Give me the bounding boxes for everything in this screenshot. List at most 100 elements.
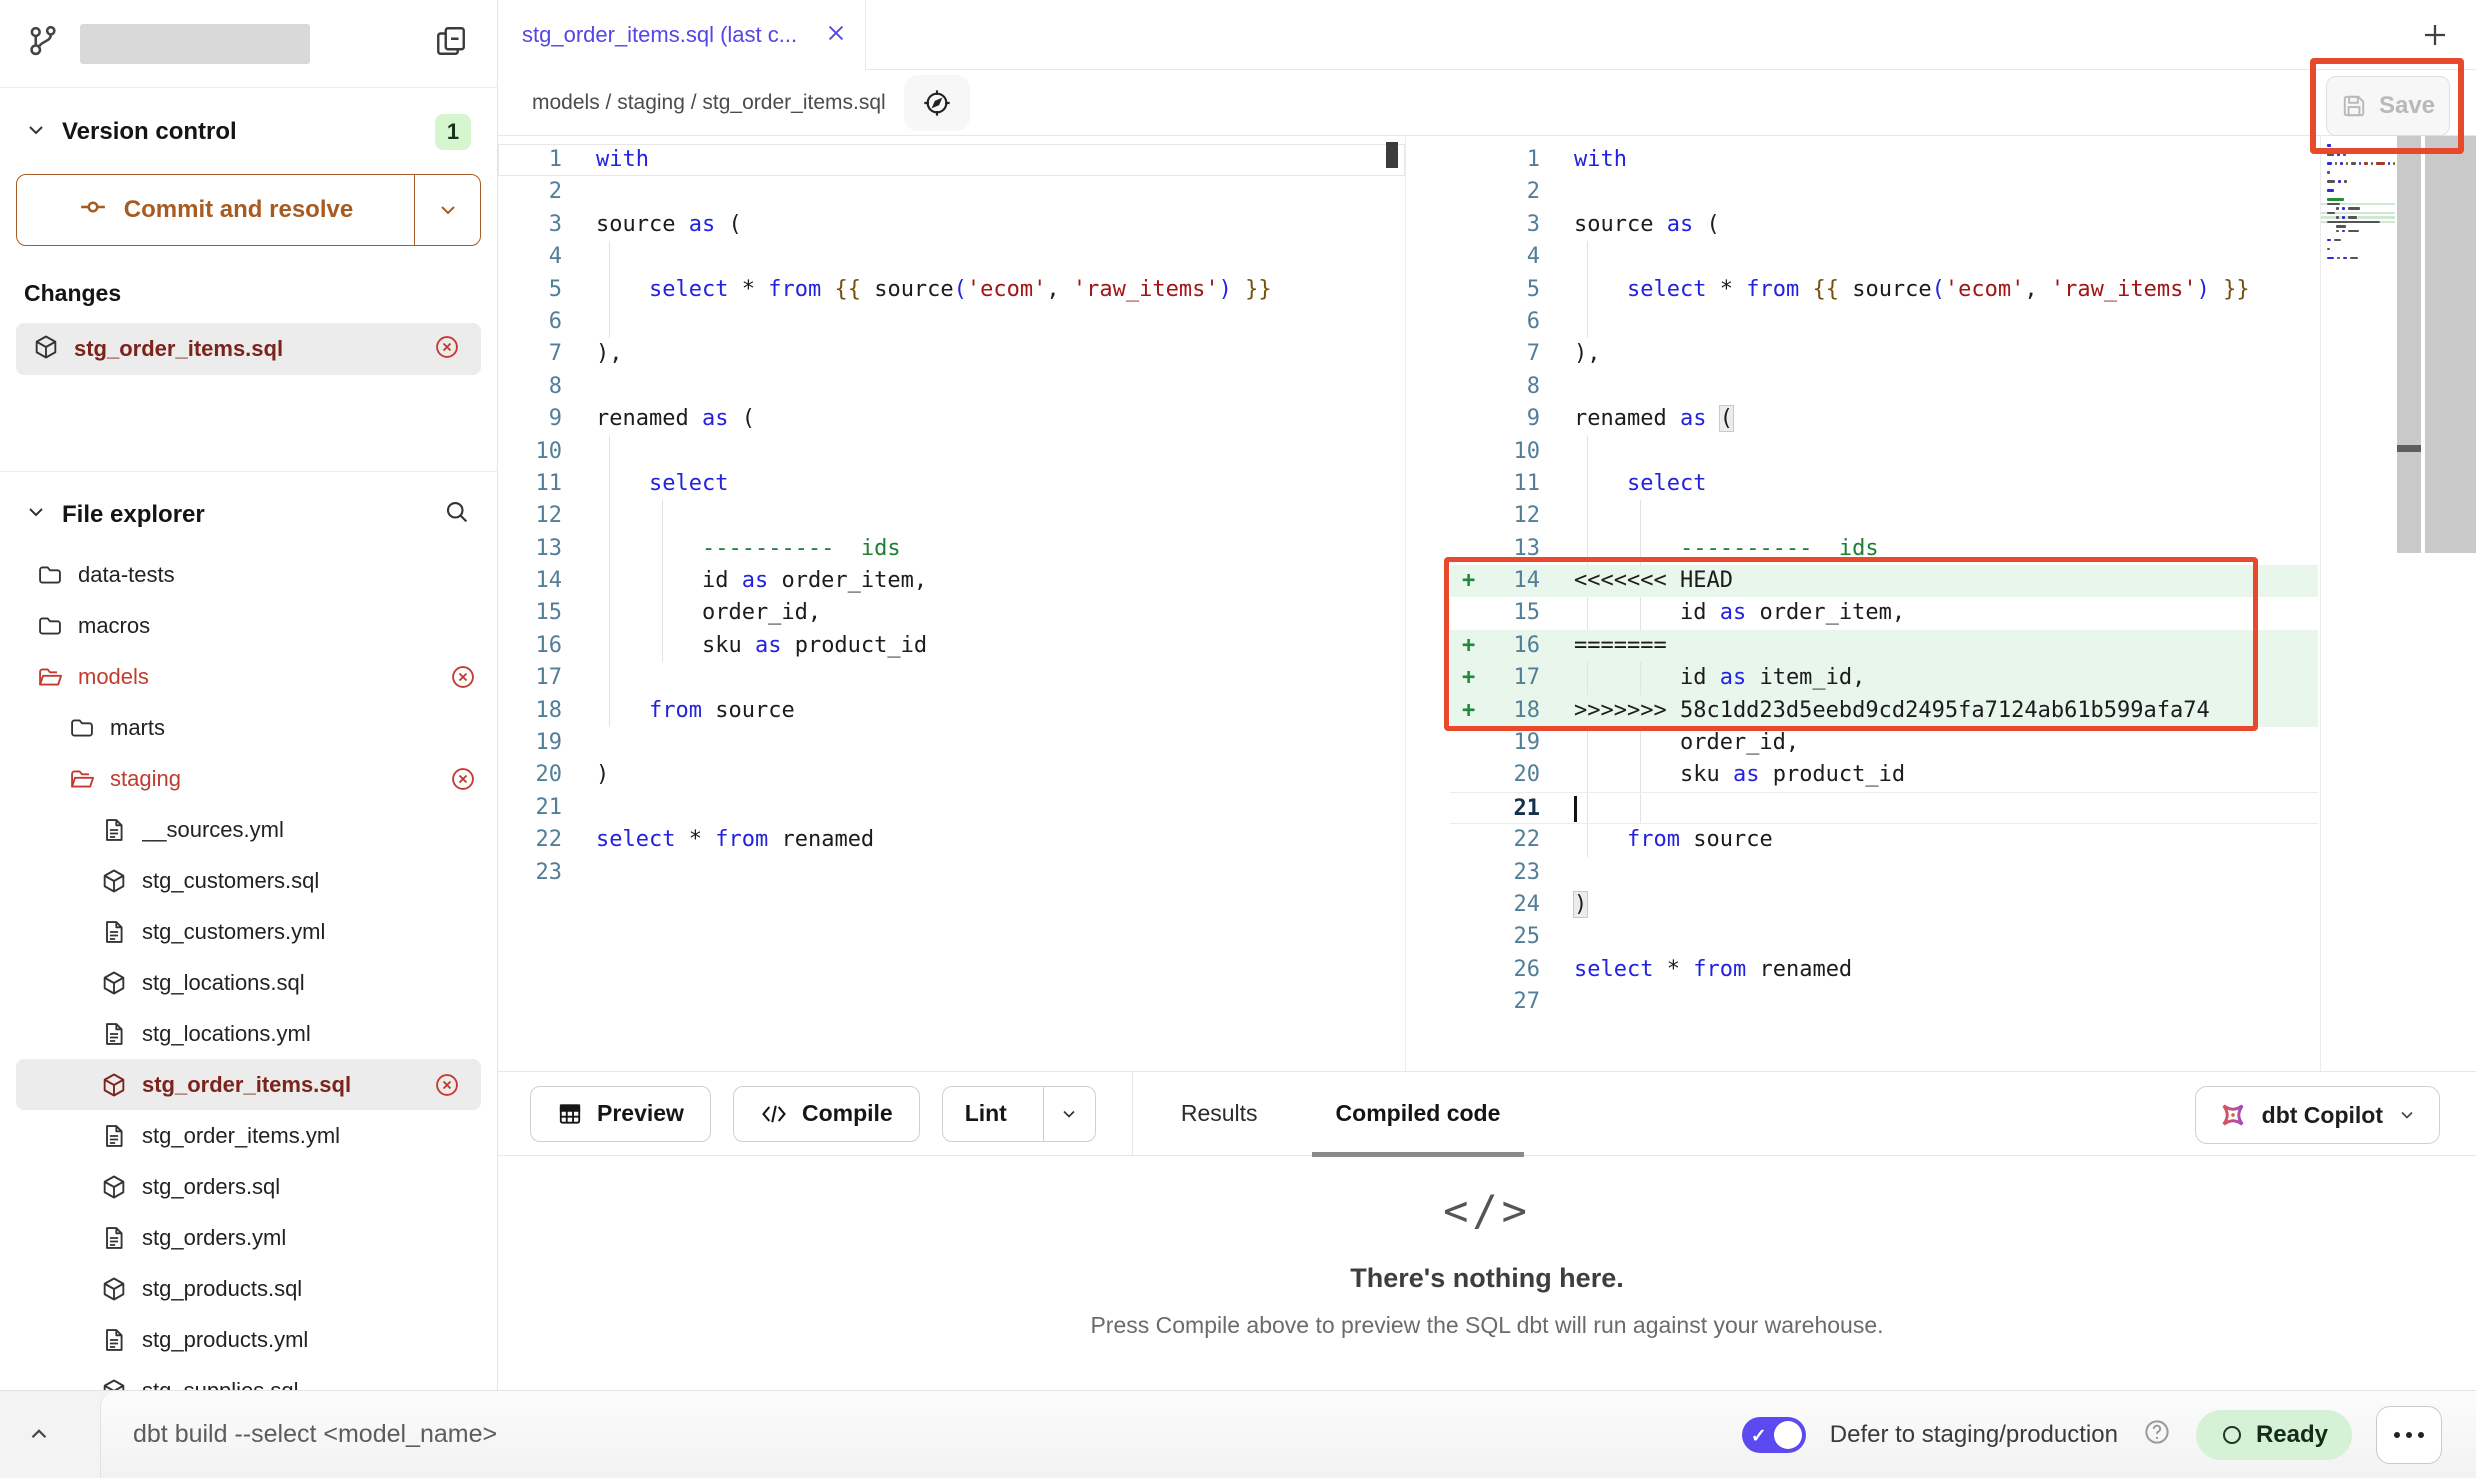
code-line[interactable]: 10 xyxy=(498,436,1405,468)
code-line[interactable]: 1with xyxy=(1450,144,2318,176)
code-line[interactable]: 13 ---------- ids xyxy=(1450,533,2318,565)
code-line[interactable]: +18>>>>>>> 58c1dd23d5eebd9cd2495fa7124ab… xyxy=(1450,695,2318,727)
file-row-models[interactable]: models xyxy=(0,651,497,702)
editor-pane-original[interactable]: 1with23source as (45 select * from {{ so… xyxy=(498,136,1406,1071)
minimap[interactable] xyxy=(2320,136,2395,1071)
code-line[interactable]: 14 id as order_item, xyxy=(498,565,1405,597)
editor-scrollbar[interactable] xyxy=(2397,136,2421,553)
file-row-stg_locations.yml[interactable]: stg_locations.yml xyxy=(0,1008,497,1059)
code-line[interactable]: 4 xyxy=(1450,241,2318,273)
file-row-stg_customers.yml[interactable]: stg_customers.yml xyxy=(0,906,497,957)
expand-command-bar-icon[interactable] xyxy=(26,1421,52,1452)
code-line[interactable]: 17 xyxy=(498,662,1405,694)
file-row-stg_customers.sql[interactable]: stg_customers.sql xyxy=(0,855,497,906)
file-row-stg_products.sql[interactable]: stg_products.sql xyxy=(0,1263,497,1314)
lineage-button[interactable] xyxy=(904,75,970,131)
code-line[interactable]: 13 ---------- ids xyxy=(498,533,1405,565)
code-line[interactable]: 15 id as order_item, xyxy=(1450,597,2318,629)
code-line[interactable]: 4 xyxy=(498,241,1405,273)
code-line[interactable]: 24) xyxy=(1450,889,2318,921)
code-line[interactable]: 10 xyxy=(1450,436,2318,468)
code-line[interactable]: 6 xyxy=(498,306,1405,338)
code-line[interactable]: 25 xyxy=(1450,921,2318,953)
code-line[interactable]: 23 xyxy=(1450,857,2318,889)
code-line[interactable]: 12 xyxy=(1450,500,2318,532)
command-input[interactable]: dbt build --select <model_name> xyxy=(133,1420,1742,1449)
code-line[interactable]: 11 select xyxy=(1450,468,2318,500)
save-button[interactable]: Save xyxy=(2326,76,2450,136)
lint-button[interactable]: Lint xyxy=(942,1086,1096,1142)
code-line[interactable]: +14<<<<<<< HEAD xyxy=(1450,565,2318,597)
file-row-macros[interactable]: macros xyxy=(0,600,497,651)
dbt-copilot-button[interactable]: dbt Copilot xyxy=(2195,1086,2440,1144)
more-options-button[interactable] xyxy=(2376,1406,2442,1464)
code-line[interactable]: +17 id as item_id, xyxy=(1450,662,2318,694)
window-scrollbar[interactable] xyxy=(2423,136,2476,553)
code-line[interactable]: 1with xyxy=(498,144,1405,176)
code-line[interactable]: 22 from source xyxy=(1450,824,2318,856)
code-line[interactable]: 19 order_id, xyxy=(1450,727,2318,759)
panel-tab-results[interactable]: Results xyxy=(1151,1071,1288,1156)
preview-button[interactable]: Preview xyxy=(530,1086,711,1142)
branch-name-redacted[interactable] xyxy=(80,24,310,64)
chevron-down-icon[interactable] xyxy=(24,500,48,529)
file-row-data-tests[interactable]: data-tests xyxy=(0,549,497,600)
commit-and-resolve-button[interactable]: Commit and resolve xyxy=(16,174,481,246)
copy-docs-icon[interactable] xyxy=(433,23,469,64)
discard-change-icon[interactable] xyxy=(433,333,461,366)
code-line[interactable]: 9renamed as ( xyxy=(1450,403,2318,435)
code-line[interactable]: 7), xyxy=(1450,338,2318,370)
code-line[interactable]: 5 select * from {{ source('ecom', 'raw_i… xyxy=(1450,274,2318,306)
file-row-__sources.yml[interactable]: __sources.yml xyxy=(0,804,497,855)
file-row-stg_products.yml[interactable]: stg_products.yml xyxy=(0,1314,497,1365)
discard-change-icon[interactable] xyxy=(449,663,477,691)
code-line[interactable]: 26select * from renamed xyxy=(1450,954,2318,986)
file-row-marts[interactable]: marts xyxy=(0,702,497,753)
code-line[interactable]: 8 xyxy=(1450,371,2318,403)
code-line[interactable]: 2 xyxy=(498,176,1405,208)
code-line[interactable]: 16 sku as product_id xyxy=(498,630,1405,662)
code-line[interactable]: 23 xyxy=(498,857,1405,889)
discard-change-icon[interactable] xyxy=(449,765,477,793)
search-icon[interactable] xyxy=(443,498,471,531)
commit-options-caret[interactable] xyxy=(414,175,480,245)
panel-tab-compiled-code[interactable]: Compiled code xyxy=(1306,1071,1531,1156)
help-icon[interactable] xyxy=(2142,1417,2172,1452)
file-row-stg_locations.sql[interactable]: stg_locations.sql xyxy=(0,957,497,1008)
code-line[interactable]: 19 xyxy=(498,727,1405,759)
code-line[interactable]: 12 xyxy=(498,500,1405,532)
chevron-down-icon[interactable] xyxy=(24,118,48,147)
file-row-stg_orders.yml[interactable]: stg_orders.yml xyxy=(0,1212,497,1263)
changed-file-row[interactable]: stg_order_items.sql xyxy=(16,323,481,375)
code-line[interactable]: 21 xyxy=(498,792,1405,824)
editor-pane-current[interactable]: 1with23source as (45 select * from {{ so… xyxy=(1450,136,2318,1071)
defer-toggle[interactable]: ✓ xyxy=(1742,1417,1806,1453)
left-pane-scrollbar-thumb[interactable] xyxy=(1386,142,1398,168)
editor-scrollbar-thumb[interactable] xyxy=(2397,445,2421,452)
code-line[interactable]: 22select * from renamed xyxy=(498,824,1405,856)
command-bar[interactable]: dbt build --select <model_name> ✓ Defer … xyxy=(100,1391,2476,1478)
code-line[interactable]: 20 sku as product_id xyxy=(1450,759,2318,791)
file-row-stg_order_items.yml[interactable]: stg_order_items.yml xyxy=(0,1110,497,1161)
code-line[interactable]: 9renamed as ( xyxy=(498,403,1405,435)
code-line[interactable]: 15 order_id, xyxy=(498,597,1405,629)
compile-button[interactable]: Compile xyxy=(733,1086,920,1142)
code-line[interactable]: 20) xyxy=(498,759,1405,791)
code-line[interactable]: 8 xyxy=(498,371,1405,403)
discard-change-icon[interactable] xyxy=(433,1071,461,1099)
lint-options-caret[interactable] xyxy=(1043,1087,1095,1141)
code-line[interactable]: 11 select xyxy=(498,468,1405,500)
code-line[interactable]: 2 xyxy=(1450,176,2318,208)
new-tab-icon[interactable] xyxy=(2420,20,2450,55)
tab-stg-order-items[interactable]: stg_order_items.sql (last c... xyxy=(498,0,866,70)
file-row-stg_order_items.sql[interactable]: stg_order_items.sql xyxy=(16,1059,481,1110)
file-row-staging[interactable]: staging xyxy=(0,753,497,804)
close-tab-icon[interactable] xyxy=(825,22,847,49)
code-line[interactable]: 3source as ( xyxy=(498,209,1405,241)
code-line[interactable]: 21 xyxy=(1450,792,2318,824)
code-line[interactable]: 3source as ( xyxy=(1450,209,2318,241)
code-line[interactable]: 6 xyxy=(1450,306,2318,338)
code-line[interactable]: 18 from source xyxy=(498,695,1405,727)
file-row-stg_orders.sql[interactable]: stg_orders.sql xyxy=(0,1161,497,1212)
code-line[interactable]: 5 select * from {{ source('ecom', 'raw_i… xyxy=(498,274,1405,306)
